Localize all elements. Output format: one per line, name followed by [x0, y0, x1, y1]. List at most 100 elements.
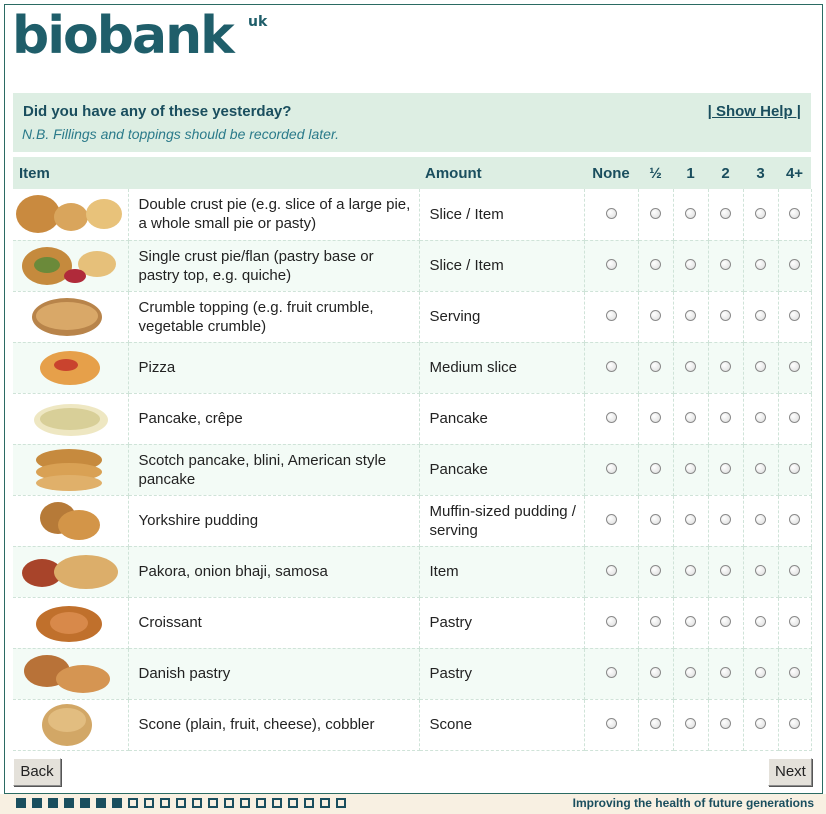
quantity-radio-four-plus[interactable]	[789, 667, 800, 678]
quantity-radio-three[interactable]	[755, 412, 766, 423]
quantity-radio-none[interactable]	[605, 412, 617, 423]
quantity-radio-half[interactable]	[650, 310, 661, 321]
progress-step	[160, 798, 170, 808]
quantity-radio-none[interactable]	[605, 361, 617, 372]
quantity-radio-three[interactable]	[755, 565, 766, 576]
quantity-radio-none[interactable]	[605, 718, 617, 729]
quantity-radio-four-plus[interactable]	[789, 514, 800, 525]
crepe-image	[14, 394, 126, 444]
quantity-radio-half[interactable]	[650, 667, 661, 678]
quantity-radio-four-plus[interactable]	[789, 463, 800, 474]
quantity-radio-none[interactable]	[605, 310, 617, 321]
quantity-radio-half[interactable]	[650, 361, 661, 372]
quantity-radio-two[interactable]	[720, 361, 731, 372]
progress-step	[32, 798, 42, 808]
quantity-radio-two[interactable]	[720, 207, 731, 219]
header-amount: Amount	[419, 157, 584, 189]
quantity-radio-two[interactable]	[720, 616, 731, 627]
radio-cell-none	[584, 189, 639, 241]
quantity-radio-one[interactable]	[685, 565, 696, 576]
quantity-radio-one[interactable]	[685, 361, 696, 372]
quantity-radio-four-plus[interactable]	[789, 616, 800, 627]
pancake-stack-image	[14, 445, 126, 495]
quantity-radio-three[interactable]	[755, 616, 766, 627]
quantity-radio-one[interactable]	[685, 259, 696, 270]
quantity-radio-half[interactable]	[650, 718, 661, 729]
quantity-radio-half[interactable]	[650, 565, 661, 576]
quantity-radio-three[interactable]	[755, 259, 766, 270]
radio-cell-four-plus	[778, 444, 812, 496]
quantity-radio-two[interactable]	[720, 310, 731, 321]
item-amount: Slice / Item	[419, 189, 585, 241]
item-image-cell	[13, 189, 129, 241]
item-name: Scotch pancake, blini, American style pa…	[128, 444, 420, 496]
back-button[interactable]: Back	[13, 758, 61, 786]
quantity-radio-three[interactable]	[755, 718, 766, 729]
quantity-radio-one[interactable]	[685, 310, 696, 321]
radio-cell-none	[584, 648, 639, 700]
biobank-logo: biobank uk	[12, 6, 268, 66]
radio-cell-one	[673, 495, 709, 547]
quantity-radio-none[interactable]	[605, 207, 617, 219]
item-image-cell	[13, 342, 129, 394]
quantity-radio-two[interactable]	[720, 412, 731, 423]
quantity-radio-none[interactable]	[605, 565, 617, 576]
crumble-image	[14, 292, 126, 342]
radio-cell-none	[584, 291, 639, 343]
progress-step	[128, 798, 138, 808]
quantity-radio-three[interactable]	[755, 667, 766, 678]
quantity-radio-half[interactable]	[650, 463, 661, 474]
quantity-radio-four-plus[interactable]	[789, 565, 800, 576]
quantity-radio-half[interactable]	[650, 207, 661, 219]
quantity-radio-four-plus[interactable]	[789, 361, 800, 372]
quantity-radio-two[interactable]	[720, 259, 731, 270]
quantity-radio-three[interactable]	[755, 463, 766, 474]
quantity-radio-two[interactable]	[720, 667, 731, 678]
radio-cell-three	[743, 546, 779, 598]
quantity-radio-two[interactable]	[720, 514, 731, 525]
quantity-radio-four-plus[interactable]	[789, 207, 800, 219]
question-title: Did you have any of these yesterday?	[23, 103, 292, 120]
radio-cell-half	[638, 189, 674, 241]
header-item: Item	[13, 157, 419, 189]
item-name: Pizza	[128, 342, 420, 394]
quantity-radio-one[interactable]	[685, 514, 696, 525]
quantity-radio-none[interactable]	[605, 667, 617, 678]
table-row: Pancake, crêpe Pancake	[13, 393, 812, 445]
show-help-link[interactable]: | Show Help |	[708, 103, 801, 120]
quantity-radio-half[interactable]	[650, 259, 661, 270]
item-amount: Medium slice	[419, 342, 585, 394]
quantity-radio-two[interactable]	[720, 565, 731, 576]
quantity-radio-none[interactable]	[605, 463, 617, 474]
radio-cell-half	[638, 240, 674, 292]
quantity-radio-one[interactable]	[685, 718, 696, 729]
quantity-radio-three[interactable]	[755, 514, 766, 525]
quantity-radio-half[interactable]	[650, 514, 661, 525]
quantity-radio-one[interactable]	[685, 207, 696, 219]
quantity-radio-one[interactable]	[685, 667, 696, 678]
radio-cell-one	[673, 699, 709, 751]
quantity-radio-none[interactable]	[605, 259, 617, 270]
quantity-radio-three[interactable]	[755, 310, 766, 321]
quantity-radio-one[interactable]	[685, 412, 696, 423]
quantity-radio-four-plus[interactable]	[789, 259, 800, 270]
quantity-radio-half[interactable]	[650, 412, 661, 423]
quantity-radio-four-plus[interactable]	[789, 412, 800, 423]
quantity-radio-none[interactable]	[605, 616, 617, 627]
radio-cell-four-plus	[778, 495, 812, 547]
quantity-radio-two[interactable]	[720, 718, 731, 729]
next-button[interactable]: Next	[768, 758, 812, 786]
quantity-radio-four-plus[interactable]	[789, 310, 800, 321]
quantity-radio-one[interactable]	[685, 616, 696, 627]
item-amount: Pancake	[419, 444, 585, 496]
quantity-radio-none[interactable]	[605, 514, 617, 525]
quantity-radio-three[interactable]	[755, 207, 766, 219]
radio-cell-two	[708, 189, 744, 241]
table-row: Scone (plain, fruit, cheese), cobbler Sco…	[13, 699, 812, 751]
quantity-radio-one[interactable]	[685, 463, 696, 474]
quantity-radio-three[interactable]	[755, 361, 766, 372]
radio-cell-four-plus	[778, 189, 812, 241]
quantity-radio-two[interactable]	[720, 463, 731, 474]
quantity-radio-four-plus[interactable]	[789, 718, 800, 729]
quantity-radio-half[interactable]	[650, 616, 661, 627]
